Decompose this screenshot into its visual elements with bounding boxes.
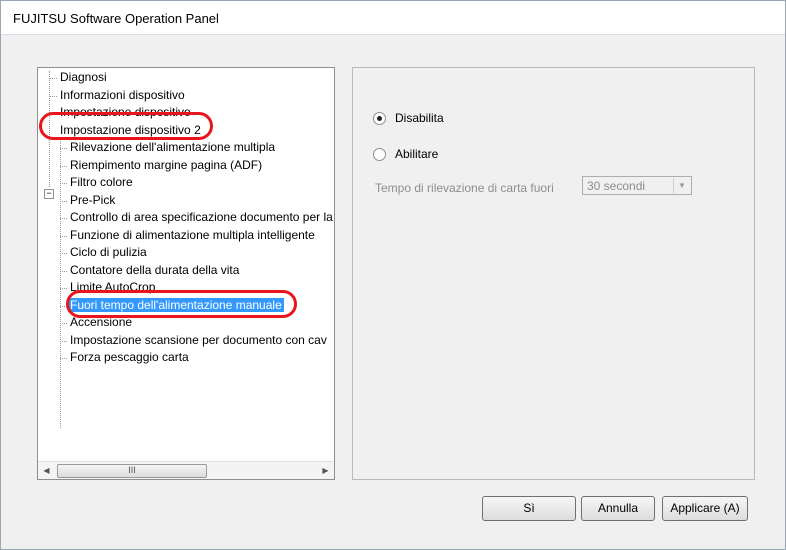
tree-item-label: Contatore della durata della vita <box>70 262 240 277</box>
tree-item-label: Filtro colore <box>70 175 133 189</box>
tree-item[interactable]: Contatore della durata della vita <box>68 262 241 279</box>
tree-connector <box>60 165 67 167</box>
tree-item[interactable]: Controllo di area specificazione documen… <box>68 209 334 226</box>
radio-disable[interactable] <box>373 112 386 126</box>
tree-item-label: Riempimento margine pagina (ADF) <box>70 157 263 172</box>
tree-connector <box>60 200 67 202</box>
tree-connector <box>60 288 67 289</box>
timeout-value: 30 secondi <box>587 179 646 193</box>
tree-connector <box>60 253 67 254</box>
tree-item-label: Impostazione scansione per documento con… <box>70 332 327 347</box>
ok-button[interactable]: Sì <box>482 496 576 521</box>
enable-label: Abilitare <box>395 147 439 161</box>
scroll-thumb[interactable]: III <box>57 464 207 478</box>
highlight-oval-item <box>66 290 297 318</box>
window-title: FUJITSU Software Operation Panel <box>13 11 219 26</box>
radio-enable[interactable] <box>373 148 386 162</box>
tree-item[interactable]: Diagnosi <box>58 69 109 86</box>
tree-connector <box>60 270 67 272</box>
tree-item[interactable]: Funzione di alimentazione multipla intel… <box>68 227 317 244</box>
settings-panel: Disabilita Abilitare Tempo di rilevazion… <box>352 67 755 480</box>
disable-label: Disabilita <box>395 111 444 125</box>
enable-option[interactable]: Abilitare <box>373 146 438 162</box>
disable-option[interactable]: Disabilita <box>373 110 444 126</box>
scroll-right-icon[interactable]: ▶ <box>317 462 334 479</box>
operation-panel-window: FUJITSU Software Operation Panel − Diagn… <box>0 0 786 550</box>
tree-connector <box>60 323 67 324</box>
timeout-label: Tempo di rilevazione di carta fuori <box>375 181 554 195</box>
tree-connector <box>60 358 67 359</box>
tree-item[interactable]: Rilevazione dell'alimentazione multipla <box>68 139 277 156</box>
tree-item[interactable]: Riempimento margine pagina (ADF) <box>68 157 264 174</box>
tree-connector <box>60 148 67 149</box>
tree-item-label: Informazioni dispositivo <box>60 87 185 102</box>
tree-connector <box>50 78 57 79</box>
collapse-icon[interactable]: − <box>44 189 54 199</box>
title-bar[interactable]: FUJITSU Software Operation Panel <box>1 1 785 35</box>
scroll-left-icon[interactable]: ◀ <box>38 462 55 479</box>
tree-item[interactable]: Impostazione scansione per documento con… <box>68 332 329 349</box>
tree-item-label: Pre-Pick <box>70 192 116 207</box>
tree-item-label: Diagnosi <box>60 70 107 84</box>
tree-item-label: Funzione di alimentazione multipla intel… <box>70 227 315 242</box>
tree-item-label: Controllo di area specificazione documen… <box>70 210 333 224</box>
tree-connector <box>50 95 57 97</box>
tree-item-label: Rilevazione dell'alimentazione multipla <box>70 140 276 154</box>
chevron-down-icon: ▼ <box>673 178 690 193</box>
tree-connector <box>60 340 67 342</box>
tree-item[interactable]: Filtro colore <box>68 174 135 191</box>
tree-branch-line <box>60 138 61 428</box>
horizontal-scrollbar[interactable]: ◀ III ▶ <box>38 461 334 479</box>
tree-item[interactable]: Forza pescaggio carta <box>68 349 191 366</box>
tree-connector <box>60 218 67 219</box>
highlight-oval-group <box>39 112 213 140</box>
cancel-button[interactable]: Annulla <box>581 496 655 521</box>
tree-connector <box>60 183 67 184</box>
tree-item[interactable]: Informazioni dispositivo <box>58 87 187 104</box>
timeout-select: 30 secondi ▼ <box>582 176 692 195</box>
tree-connector <box>60 235 67 237</box>
tree-item-label: Forza pescaggio carta <box>70 350 189 364</box>
tree-item[interactable]: Pre-Pick <box>68 192 117 209</box>
tree-item[interactable]: Ciclo di pulizia <box>68 244 149 261</box>
apply-button[interactable]: Applicare (A) <box>662 496 748 521</box>
tree-item-label: Ciclo di pulizia <box>70 245 147 259</box>
